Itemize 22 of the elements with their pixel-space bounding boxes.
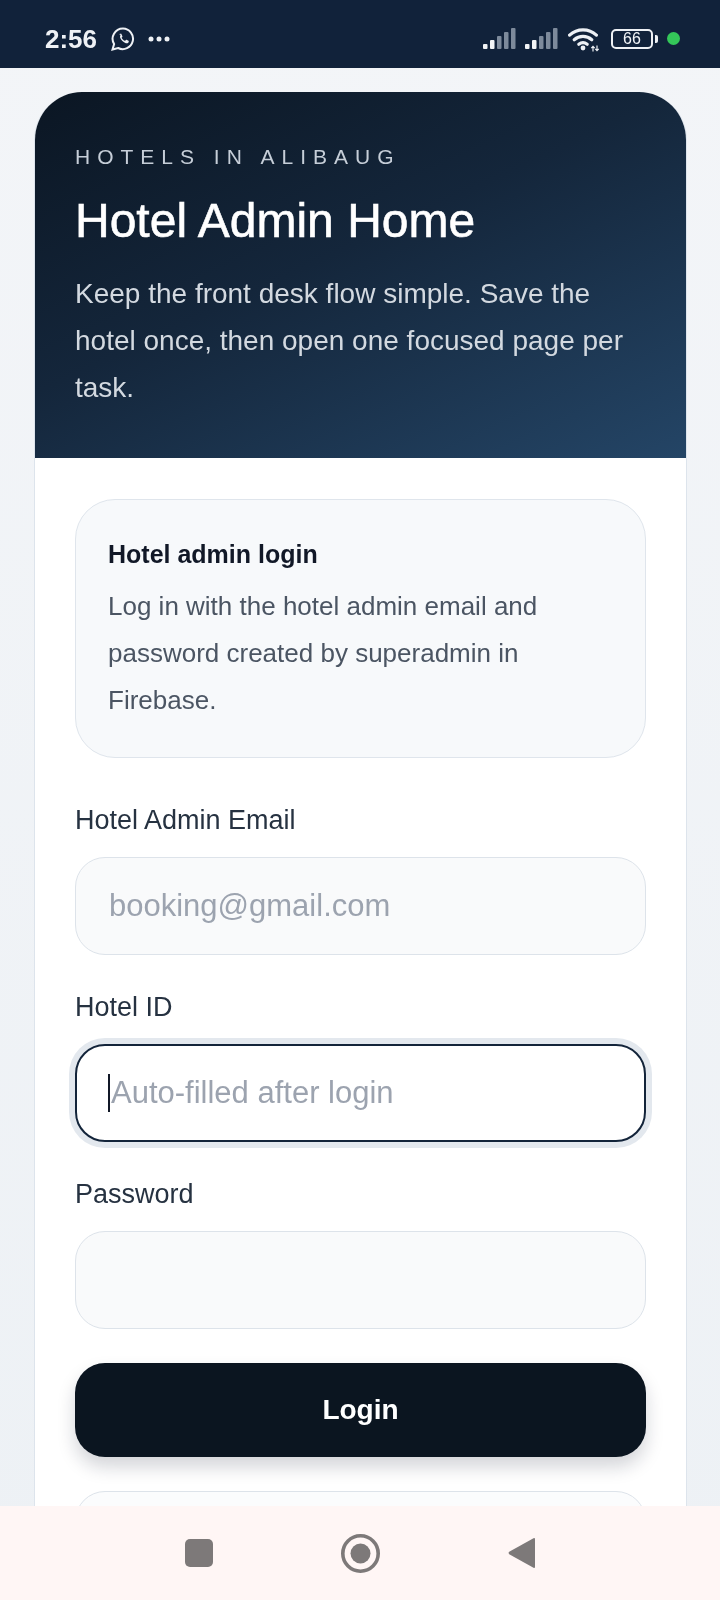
login-button[interactable]: Login <box>75 1363 646 1457</box>
status-time: 2:56 <box>45 23 98 54</box>
back-icon[interactable] <box>508 1537 535 1569</box>
field-label: Hotel ID <box>75 991 174 1024</box>
home-icon[interactable] <box>341 1533 380 1573</box>
info-title: Hotel admin login <box>108 539 319 570</box>
info-description: Log in with the hotel admin email and password created by superadmin in Firebase. <box>108 590 539 717</box>
hero-eyebrow: HOTELS IN ALIBAUG <box>75 144 402 170</box>
hero-description: Keep the front desk flow simple. Save the hotel once, then open one focused page per task. <box>75 277 624 405</box>
indicator-dot-icon <box>667 32 680 45</box>
battery-percent: 66 <box>623 30 641 47</box>
recents-icon[interactable] <box>185 1539 213 1567</box>
input-field[interactable]: Auto-filled after login <box>75 1044 646 1142</box>
signal-icon <box>483 28 517 49</box>
more-icon <box>148 35 171 42</box>
field-label: Password <box>75 1178 195 1211</box>
hero-title: Hotel Admin Home <box>75 193 477 249</box>
phone-bubble-icon <box>110 26 137 51</box>
signal-icon <box>525 28 559 49</box>
text-cursor-icon <box>108 1074 110 1112</box>
field-label: Hotel Admin Email <box>75 804 297 837</box>
wifi-icon <box>568 25 600 52</box>
